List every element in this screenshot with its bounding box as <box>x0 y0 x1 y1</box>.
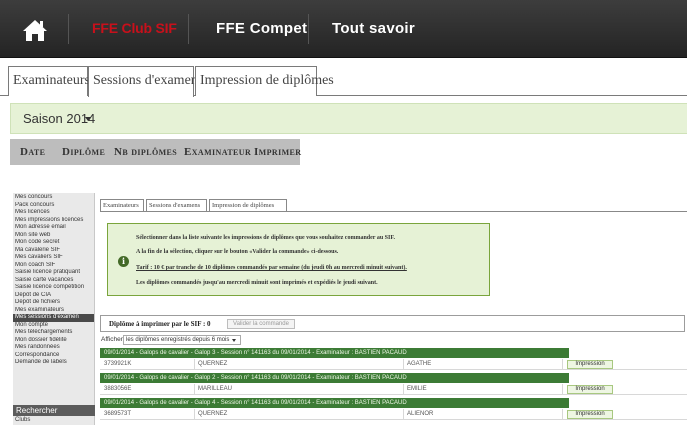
menu-item[interactable]: Demande de labels <box>13 359 94 367</box>
menu-item[interactable]: Mon site web <box>13 232 94 240</box>
tab-examinateurs[interactable]: Examinateurs <box>8 66 90 96</box>
top-panel: FFE Club SIF FFE Compet Tout savoir Exam… <box>0 0 687 172</box>
menu-item[interactable]: Mes licences <box>13 209 94 217</box>
inner-tab-impression-diplomes[interactable]: Impression de diplômes <box>209 199 287 211</box>
menu-item[interactable]: Mes sessions d'examen <box>13 314 94 322</box>
menu-item[interactable]: Ma cavalerie SIF <box>13 247 94 255</box>
menu-item[interactable]: Mes concours <box>13 194 94 202</box>
info-line-1: Sélectionner dans la liste suivante les … <box>136 235 395 241</box>
info-box: i Sélectionner dans la liste suivante le… <box>107 223 490 296</box>
last-name: MARILLEAU <box>198 386 233 392</box>
table-row: 3739921K QUERNEZ AGATHE Impression <box>100 359 687 370</box>
screenshot-root: FFE Club SIF FFE Compet Tout savoir Exam… <box>0 0 687 425</box>
impression-button[interactable]: Impression <box>567 410 613 419</box>
column-date[interactable]: Date <box>20 146 45 158</box>
nav-separator <box>68 14 69 44</box>
top-navbar: FFE Club SIF FFE Compet Tout savoir <box>0 0 687 58</box>
table-row: 3883056E MARILLEAU EMILIE Impression <box>100 384 687 395</box>
licence-number: 3739921K <box>104 361 132 367</box>
session-header: 09/01/2014 - Galops de cavalier - Galop … <box>100 348 569 358</box>
impression-button[interactable]: Impression <box>567 360 613 369</box>
last-name: QUERNEZ <box>198 411 228 417</box>
nav-separator <box>188 14 189 44</box>
cell-divider <box>194 384 195 395</box>
table-row: 3689573T QUERNEZ ALIENOR Impression <box>100 409 687 420</box>
nav-separator <box>308 14 309 44</box>
cell-divider <box>562 359 563 370</box>
info-icon: i <box>118 256 129 267</box>
last-name: QUERNEZ <box>198 361 228 367</box>
inner-tab-examinateurs[interactable]: Examinateurs <box>100 199 144 211</box>
filter-label: Afficher <box>101 336 123 343</box>
info-line-tarif: Tarif : 10 € par tranche de 10 diplômes … <box>136 265 407 271</box>
cell-divider <box>194 409 195 420</box>
menu-item[interactable]: Mes cavaliers SIF <box>13 254 94 262</box>
season-selector[interactable]: Saison 2014 <box>10 103 687 134</box>
menu-search-clubs[interactable]: Clubs <box>15 417 30 423</box>
print-count-label: Diplôme à imprimer par le SIF : 0 <box>109 320 211 328</box>
inner-tab-sessions-examens[interactable]: Sessions d'examens <box>146 199 207 211</box>
menu-item[interactable]: Dépôt de fichiers <box>13 299 94 307</box>
caret-down-icon <box>85 117 91 121</box>
menu-item[interactable]: Mes randonnées <box>13 344 94 352</box>
menu-item[interactable]: Mes impressions licences <box>13 217 94 225</box>
menu-item[interactable]: Dépôt de CIA <box>13 292 94 300</box>
caret-down-icon <box>232 339 236 342</box>
cell-divider <box>194 359 195 370</box>
menu-item[interactable]: Mes téléchargements <box>13 329 94 337</box>
period-select[interactable]: les diplômes enregistrés depuis 6 mois <box>123 335 241 345</box>
menu-item[interactable]: Mon compte <box>13 322 94 330</box>
left-menu: Mes concours Pack concours Mes licences Mes… <box>13 193 95 425</box>
home-icon[interactable] <box>22 18 48 42</box>
menu-item[interactable]: Mon dossier fidélité <box>13 337 94 345</box>
column-nb-diplomes[interactable]: Nb diplômes <box>114 146 177 158</box>
licence-number: 3883056E <box>104 386 132 392</box>
table-header: Date Diplôme Nb diplômes Examinateur Imp… <box>10 139 301 165</box>
tab-sessions-examens[interactable]: Sessions d'examens <box>88 66 203 97</box>
first-name: ALIENOR <box>407 411 434 417</box>
tab-impression-diplomes[interactable]: Impression de diplômes <box>195 66 334 96</box>
menu-item[interactable]: Pack concours <box>13 202 94 210</box>
first-name: EMILIE <box>407 386 427 392</box>
menu-item[interactable]: Mon coach SIF <box>13 262 94 270</box>
menu-item[interactable]: Mes examinateurs <box>13 307 94 315</box>
period-select-value: les diplômes enregistrés depuis 6 mois <box>126 337 230 343</box>
menu-item[interactable]: Saisie carte vacances <box>13 277 94 285</box>
nav-item-ffe-compet[interactable]: FFE Compet <box>216 20 307 37</box>
menu-list: Mes concours Pack concours Mes licences Mes… <box>13 193 94 367</box>
licence-number: 3689573T <box>104 411 132 417</box>
impression-button[interactable]: Impression <box>567 385 613 394</box>
cell-divider <box>403 409 404 420</box>
info-line-4: Les diplômes commandés jusqu'au mercredi… <box>136 280 378 286</box>
info-line-2: A la fin de la sélection, cliquer sur le… <box>136 249 339 255</box>
validate-order-button[interactable]: Valider la commande <box>227 319 295 329</box>
column-diplome[interactable]: Diplôme <box>62 146 105 158</box>
nav-item-ffe-club-sif[interactable]: FFE Club SIF <box>92 20 177 36</box>
column-imprimer[interactable]: Imprimer <box>254 146 301 158</box>
bottom-panel: Mes concours Pack concours Mes licences Mes… <box>0 193 687 425</box>
cell-divider <box>403 384 404 395</box>
menu-item[interactable]: Mon adresse email <box>13 224 94 232</box>
inner-tab-divider <box>100 211 687 212</box>
session-header: 09/01/2014 - Galops de cavalier - Galop … <box>100 398 569 408</box>
menu-item[interactable]: Mon code secret <box>13 239 94 247</box>
cell-divider <box>403 359 404 370</box>
first-name: AGATHE <box>407 361 432 367</box>
column-examinateur[interactable]: Examinateur <box>184 146 251 158</box>
menu-item[interactable]: Saisie licence pratiquant <box>13 269 94 277</box>
cell-divider <box>562 409 563 420</box>
print-order-bar: Diplôme à imprimer par le SIF : 0 Valide… <box>100 315 685 332</box>
menu-item[interactable]: Saisie licence compétition <box>13 284 94 292</box>
tab-bar: Examinateurs Sessions d'examens Impressi… <box>0 64 687 97</box>
menu-search-title: Rechercher <box>13 405 95 416</box>
nav-item-tout-savoir[interactable]: Tout savoir <box>332 20 415 37</box>
session-header: 09/01/2014 - Galops de cavalier - Galop … <box>100 373 569 383</box>
menu-item[interactable]: Correspondance <box>13 352 94 360</box>
cell-divider <box>562 384 563 395</box>
